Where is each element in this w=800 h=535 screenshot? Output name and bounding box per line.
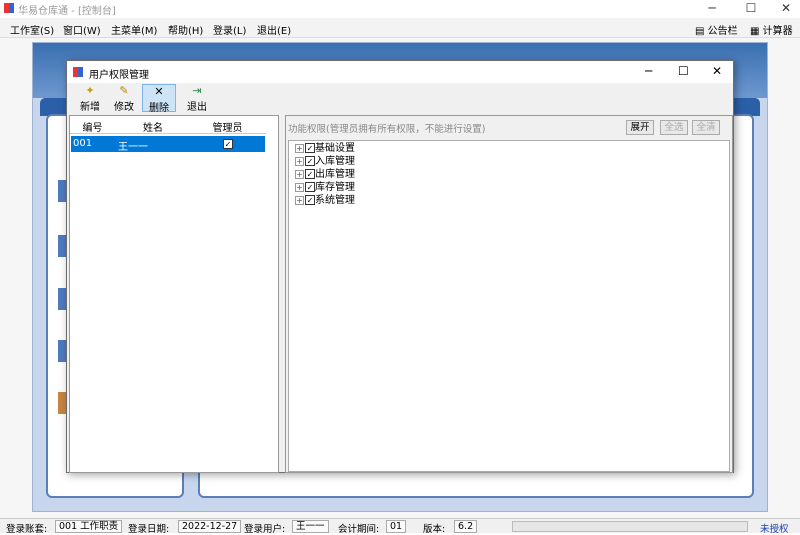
table-row[interactable]: 001 王一一 ✓	[71, 136, 265, 153]
console-side-icon	[58, 340, 66, 362]
notice-icon: ▤	[695, 26, 705, 37]
maximize-button[interactable]: ☐	[741, 1, 761, 17]
menu-main[interactable]: 主菜单(M)	[111, 22, 157, 37]
close-button[interactable]: ✕	[776, 1, 796, 17]
console-side-icon	[58, 180, 66, 202]
menu-window[interactable]: 窗口(W)	[63, 22, 101, 37]
new-icon: ✦	[85, 84, 95, 97]
expand-plus-icon[interactable]: +	[295, 195, 304, 205]
cell-id: 001	[73, 138, 93, 149]
expand-plus-icon[interactable]: +	[295, 182, 304, 192]
node-checkbox[interactable]: ✓	[305, 143, 315, 153]
clear-all-button[interactable]: 全清	[692, 120, 720, 135]
menu-workroom[interactable]: 工作室(S)	[10, 22, 54, 37]
node-checkbox[interactable]: ✓	[305, 156, 315, 166]
dialog-icon	[73, 67, 83, 77]
dialog-maximize-button[interactable]: ☐	[678, 64, 689, 78]
calculator-button[interactable]: ▦ 计算器	[750, 22, 793, 37]
user-permission-dialog: 用户权限管理 ─ ☐ ✕ ✦ 新增 ✎ 修改 ✕ 删除 ⇥ 退出 编号 姓名 管…	[66, 60, 734, 473]
dialog-toolbar: ✦ 新增 ✎ 修改 ✕ 删除 ⇥ 退出	[67, 83, 733, 114]
exit-button[interactable]: ⇥ 退出	[180, 84, 214, 113]
col-admin-header[interactable]: 管理员	[191, 119, 264, 134]
new-button[interactable]: ✦ 新增	[73, 84, 107, 113]
period-value: 01	[386, 520, 407, 533]
tree-node[interactable]: + ✓ 系统管理	[295, 195, 355, 207]
expand-plus-icon[interactable]: +	[295, 156, 304, 166]
edit-button[interactable]: ✎ 修改	[107, 84, 141, 113]
menu-login[interactable]: 登录(L)	[213, 22, 246, 37]
select-all-button[interactable]: 全选	[660, 120, 688, 135]
expand-plus-icon[interactable]: +	[295, 169, 304, 179]
tree-node[interactable]: + ✓ 入库管理	[295, 156, 355, 168]
node-checkbox[interactable]: ✓	[305, 182, 315, 192]
console-side-icon	[58, 288, 66, 310]
node-checkbox[interactable]: ✓	[305, 169, 315, 179]
user-grid: 编号 姓名 管理员 001 王一一 ✓	[69, 115, 279, 473]
app-titlebar: 华易仓库通 - [控制台] ─ ☐ ✕	[0, 0, 800, 18]
expand-plus-icon[interactable]: +	[295, 143, 304, 153]
dialog-title: 用户权限管理	[89, 70, 149, 81]
status-bar: 登录账套: 001 工作职责 登录日期: 2022-12-27 登录用户: 王一…	[0, 518, 800, 535]
notice-board-button[interactable]: ▤ 公告栏	[695, 22, 738, 37]
account-value: 001 工作职责	[55, 520, 123, 533]
version-value: 6.2	[454, 520, 478, 533]
permission-panel: 功能权限(管理员拥有所有权限，不能进行设置) 展开 全选 全清 + ✓ 基础设置 +…	[285, 115, 733, 473]
console-side-icon	[58, 235, 66, 257]
tree-node[interactable]: + ✓ 出库管理	[295, 169, 355, 181]
console-side-icon	[58, 392, 66, 414]
app-icon	[4, 3, 14, 13]
date-value: 2022-12-27	[178, 520, 242, 533]
delete-button[interactable]: ✕ 删除	[142, 84, 176, 114]
user-value: 王一一	[292, 520, 329, 533]
permission-tree: + ✓ 基础设置 + ✓ 入库管理 + ✓ 出库管理 + ✓ 库存管理 + ✓ 系统管理	[288, 140, 730, 472]
dialog-titlebar: 用户权限管理 ─ ☐ ✕	[67, 61, 733, 83]
tree-node[interactable]: + ✓ 基础设置	[295, 143, 355, 155]
app-title: 华易仓库通 - [控制台]	[18, 6, 116, 17]
edit-icon: ✎	[119, 84, 129, 97]
dialog-minimize-button[interactable]: ─	[645, 64, 652, 78]
expand-button[interactable]: 展开	[626, 120, 654, 135]
calculator-icon: ▦	[750, 26, 760, 37]
tree-node[interactable]: + ✓ 库存管理	[295, 182, 355, 194]
grid-header: 编号 姓名 管理员	[70, 116, 266, 134]
col-id-header[interactable]: 编号	[70, 119, 115, 134]
minimize-button[interactable]: ─	[702, 1, 722, 17]
menu-help[interactable]: 帮助(H)	[168, 22, 203, 37]
menu-exit[interactable]: 退出(E)	[257, 22, 291, 37]
node-checkbox[interactable]: ✓	[305, 195, 315, 205]
admin-checkbox[interactable]: ✓	[223, 139, 233, 149]
delete-icon: ✕	[154, 85, 164, 98]
menu-bar: 工作室(S) 窗口(W) 主菜单(M) 帮助(H) 登录(L) 退出(E) ▤ …	[0, 18, 800, 38]
permission-label: 功能权限(管理员拥有所有权限，不能进行设置)	[288, 124, 486, 135]
col-name-header[interactable]: 姓名	[117, 119, 189, 134]
status-progress	[512, 521, 748, 532]
exit-icon: ⇥	[192, 84, 202, 97]
cell-name: 王一一	[118, 142, 148, 153]
dialog-close-button[interactable]: ✕	[712, 64, 722, 78]
